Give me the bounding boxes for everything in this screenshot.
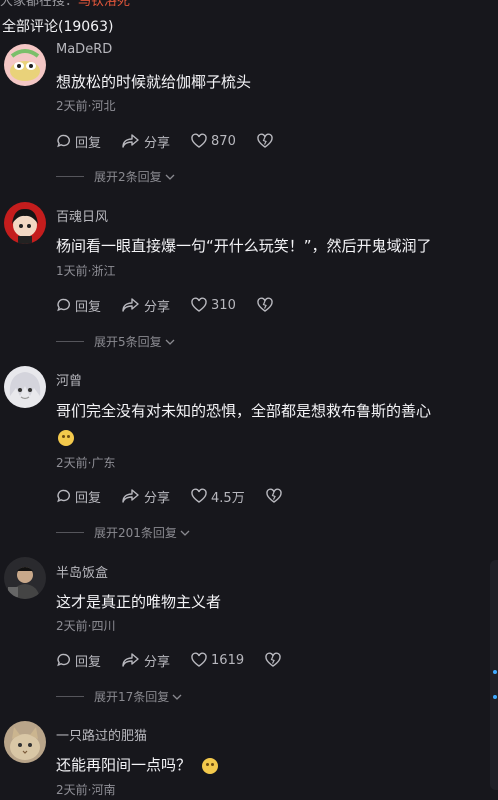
avatar[interactable] — [4, 557, 46, 599]
like-count: 1619 — [211, 652, 245, 668]
like-count: 4.5万 — [211, 490, 245, 506]
like-button[interactable]: 1619 — [190, 652, 244, 668]
comment-text: 哥们完全没有对未知的恐惧，全部都是想救布鲁斯的善心 — [56, 402, 432, 420]
username[interactable]: 半岛饭盒 — [56, 562, 108, 581]
reply-button[interactable]: 回复 — [56, 651, 101, 670]
heart-icon — [191, 133, 207, 148]
broken-heart-icon — [265, 488, 282, 503]
reply-label: 回复 — [75, 135, 102, 151]
comment-text: 还能再阳间一点吗？ — [56, 754, 218, 775]
comments-title: 全部评论 — [2, 19, 58, 35]
avatar[interactable] — [4, 366, 46, 408]
comments-header: 全部评论(19063) — [2, 16, 113, 36]
expand-label: 展开2条回复 — [94, 170, 162, 184]
dislike-button[interactable] — [264, 652, 285, 668]
comment-meta: 2天前·河北 — [56, 99, 116, 113]
chevron-down-icon — [172, 694, 182, 700]
divider-line — [56, 341, 84, 342]
broken-heart-icon — [257, 297, 273, 312]
side-panel-edge[interactable] — [490, 560, 498, 790]
reply-label: 回复 — [75, 299, 102, 315]
share-label: 分享 — [144, 654, 171, 670]
comment-meta: 2天前·四川 — [56, 619, 116, 633]
comment-text: 这才是真正的唯物主义者 — [56, 593, 222, 611]
comment-actions: 回复 分享 1619 — [56, 650, 305, 670]
username[interactable]: 一只路过的肥猫 — [56, 725, 147, 744]
reply-button[interactable]: 回复 — [56, 487, 101, 506]
comment-text: 杨间看一眼直接爆一句“开什么玩笑！”，然后开鬼域润了 — [56, 237, 432, 255]
divider-line — [56, 176, 84, 177]
avatar[interactable] — [4, 202, 46, 244]
username[interactable]: MaDeRD — [56, 42, 112, 57]
share-label: 分享 — [144, 299, 171, 315]
comment-text: 想放松的时候就给伽椰子梳头 — [56, 73, 252, 91]
share-icon — [122, 134, 139, 148]
comment-meta: 2天前·河南 — [56, 783, 116, 797]
avatar[interactable] — [4, 721, 46, 763]
chevron-down-icon — [165, 174, 175, 180]
comment-meta: 2天前·广东 — [56, 456, 116, 470]
expand-label: 展开5条回复 — [94, 335, 162, 349]
comment-text-body: 还能再阳间一点吗？ — [56, 756, 192, 774]
reply-icon — [57, 489, 70, 503]
reply-icon — [57, 298, 70, 312]
expand-replies[interactable]: 展开201条回复 — [56, 524, 191, 541]
share-icon — [122, 489, 139, 503]
like-button[interactable]: 870 — [190, 133, 236, 149]
comment-meta: 1天前·浙江 — [56, 264, 116, 278]
like-button[interactable]: 4.5万 — [190, 487, 245, 506]
expand-replies[interactable]: 展开2条回复 — [56, 168, 176, 185]
username[interactable]: 百魂日风 — [56, 206, 108, 225]
reply-label: 回复 — [75, 654, 102, 670]
reply-button[interactable]: 回复 — [56, 296, 101, 315]
like-button[interactable]: 310 — [190, 297, 236, 313]
comment-actions: 回复 分享 310 — [56, 295, 297, 315]
expand-label: 展开17条回复 — [94, 690, 170, 704]
share-icon — [122, 298, 139, 312]
heart-icon — [191, 652, 207, 667]
trending-search-bar[interactable]: 大家都在搜：马钦洛死 — [0, 0, 130, 9]
reply-icon — [57, 653, 70, 667]
broken-heart-icon — [257, 133, 273, 148]
dislike-button[interactable] — [256, 297, 277, 313]
avatar[interactable] — [4, 44, 46, 86]
share-button[interactable]: 分享 — [121, 296, 170, 315]
expand-replies[interactable]: 展开17条回复 — [56, 688, 183, 705]
comment-actions: 回复 分享 4.5万 — [56, 486, 306, 506]
like-count: 310 — [211, 297, 236, 313]
username[interactable]: 河曾 — [56, 370, 82, 389]
broken-heart-icon — [265, 652, 281, 667]
reply-icon — [57, 134, 70, 148]
chevron-down-icon — [165, 339, 175, 345]
share-label: 分享 — [144, 490, 171, 506]
dislike-button[interactable] — [265, 488, 286, 504]
dislike-button[interactable] — [256, 133, 277, 149]
trending-prefix: 大家都在搜： — [0, 0, 79, 9]
share-button[interactable]: 分享 — [121, 487, 170, 506]
reply-label: 回复 — [75, 490, 102, 506]
comment-actions: 回复 分享 870 — [56, 131, 297, 151]
like-count: 870 — [211, 133, 236, 149]
trending-keyword[interactable]: 马钦洛死 — [78, 0, 130, 9]
heart-icon — [191, 297, 207, 312]
emoji-icon — [58, 427, 74, 446]
divider-line — [56, 696, 84, 697]
expand-replies[interactable]: 展开5条回复 — [56, 333, 176, 350]
heart-icon — [191, 488, 207, 503]
share-button[interactable]: 分享 — [121, 651, 170, 670]
share-label: 分享 — [144, 135, 171, 151]
expand-label: 展开201条回复 — [94, 526, 177, 540]
laughing-emoji-icon — [201, 757, 218, 774]
chevron-down-icon — [180, 530, 190, 536]
comments-count: (19063) — [58, 19, 114, 35]
divider-line — [56, 532, 84, 533]
share-button[interactable]: 分享 — [121, 132, 170, 151]
share-icon — [122, 653, 139, 667]
reply-button[interactable]: 回复 — [56, 132, 101, 151]
